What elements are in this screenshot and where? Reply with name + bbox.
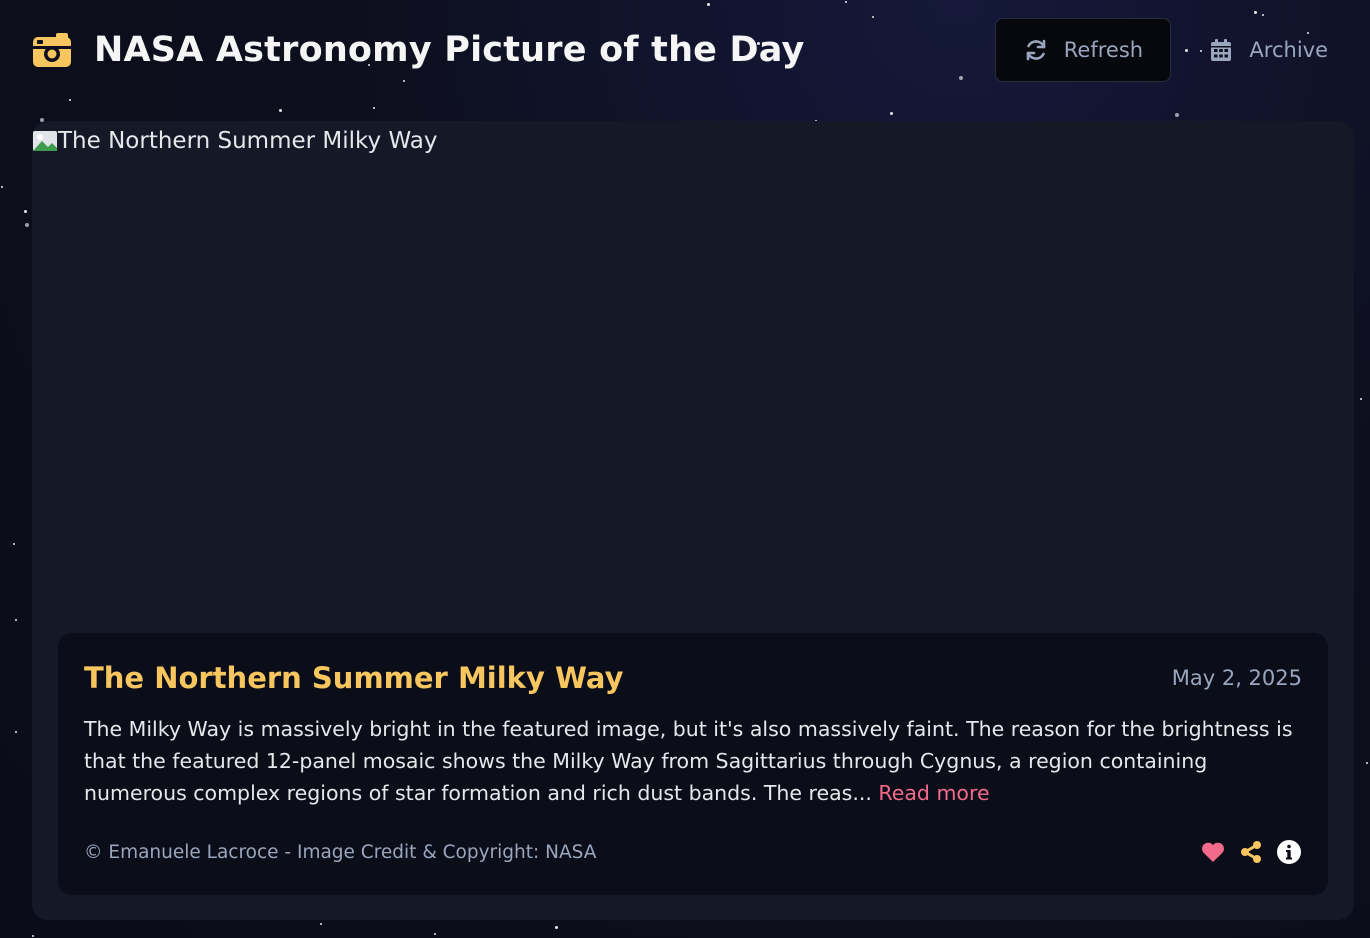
calendar-icon	[1211, 39, 1232, 61]
apod-card: The Northern Summer Milky Way The Northe…	[32, 121, 1354, 920]
apod-date: May 2, 2025	[1171, 666, 1302, 690]
image-credit: © Emanuele Lacroce - Image Credit & Copy…	[84, 841, 597, 863]
brand: NASA Astronomy Picture of the Day	[32, 30, 805, 70]
app-header: NASA Astronomy Picture of the Day Refres…	[32, 18, 1338, 82]
info-icon[interactable]	[1276, 839, 1302, 865]
page-title: NASA Astronomy Picture of the Day	[94, 30, 805, 70]
heart-icon[interactable]	[1200, 839, 1226, 865]
apod-info-panel: The Northern Summer Milky Way May 2, 202…	[58, 633, 1328, 895]
refresh-icon	[1026, 39, 1046, 61]
apod-image[interactable]: The Northern Summer Milky Way	[32, 121, 437, 161]
read-more-link[interactable]: Read more	[878, 781, 989, 805]
apod-actions	[1200, 839, 1302, 865]
refresh-label: Refresh	[1063, 38, 1144, 62]
broken-image-icon	[33, 131, 57, 151]
share-icon[interactable]	[1238, 839, 1264, 865]
description-text: The Milky Way is massively bright in the…	[84, 717, 1293, 805]
apod-description: The Milky Way is massively bright in the…	[84, 713, 1302, 809]
image-alt-text: The Northern Summer Milky Way	[58, 128, 438, 154]
archive-button[interactable]: Archive	[1209, 38, 1328, 62]
camera-retro-icon	[33, 33, 71, 67]
apod-title: The Northern Summer Milky Way	[84, 661, 624, 695]
refresh-button[interactable]: Refresh	[995, 18, 1172, 82]
header-actions: Refresh Archive	[995, 18, 1338, 82]
archive-label: Archive	[1249, 38, 1328, 62]
